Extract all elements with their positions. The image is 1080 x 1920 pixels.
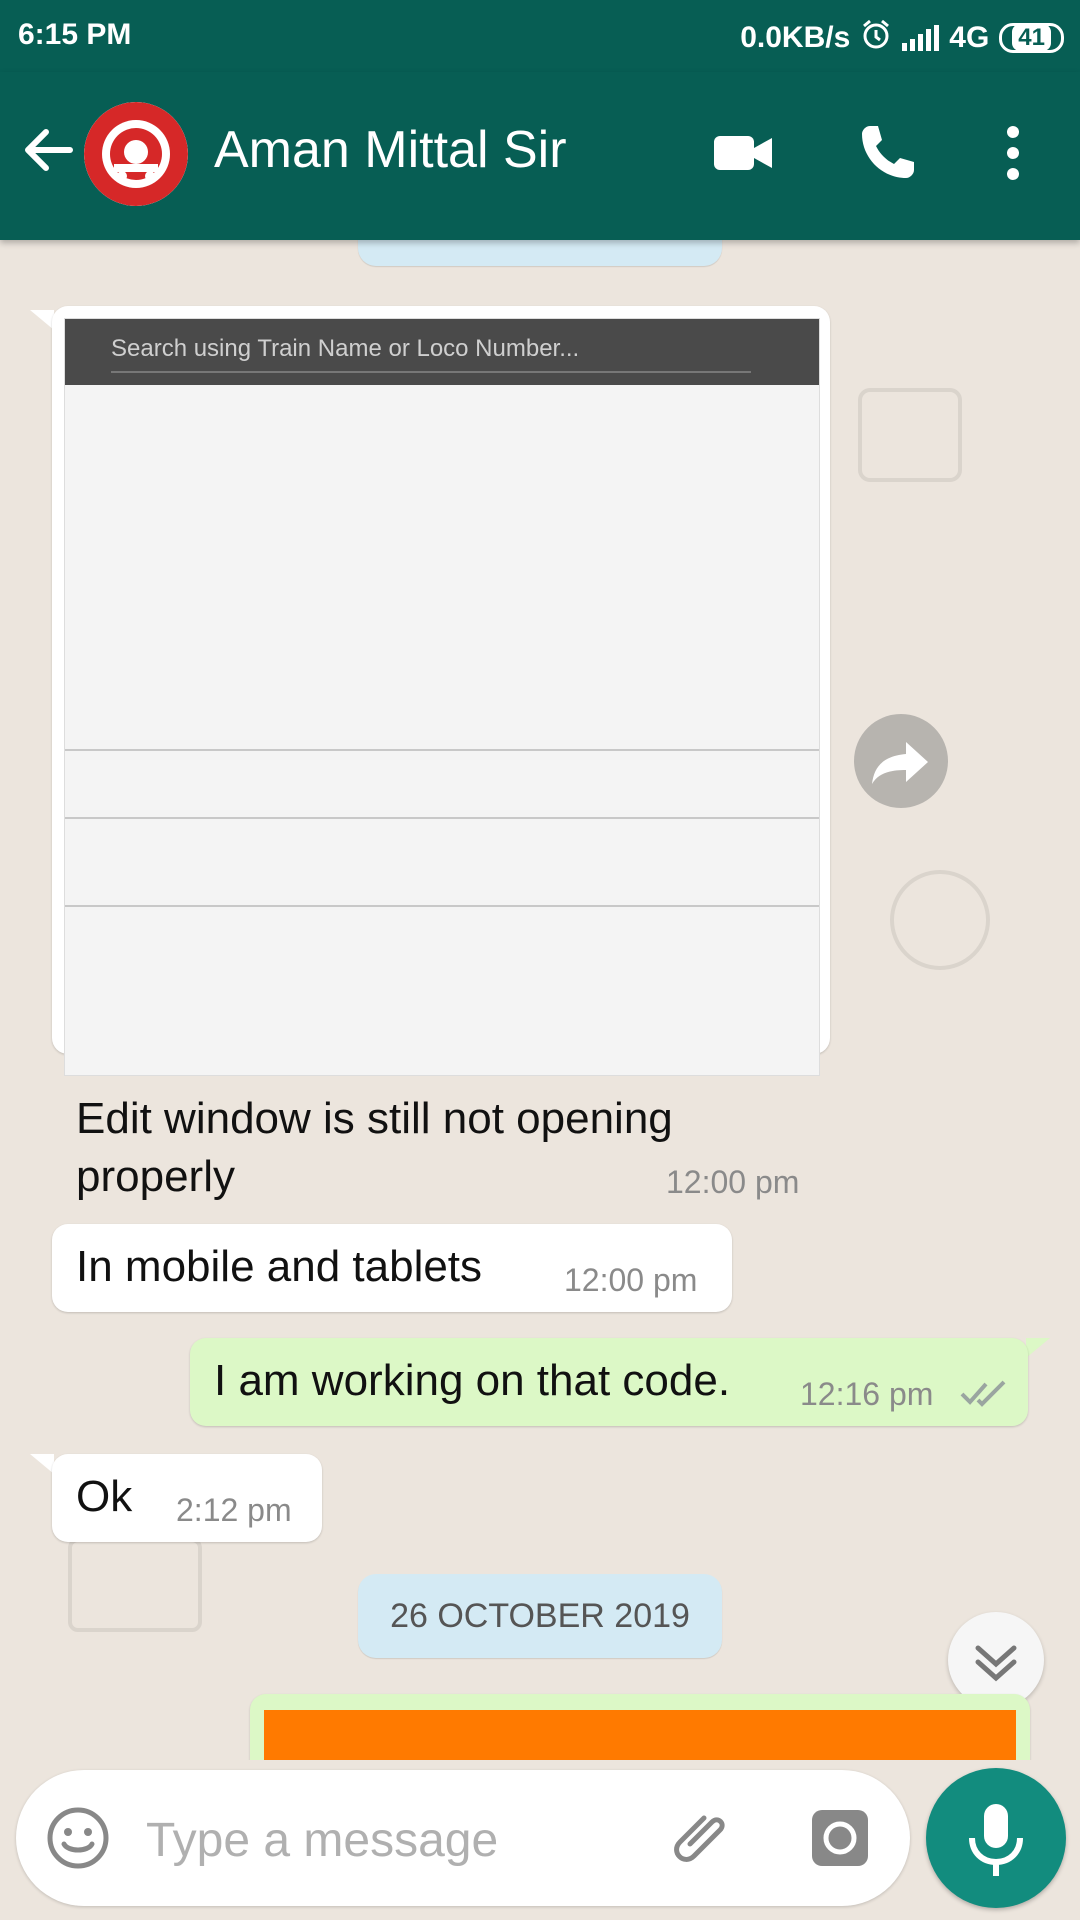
message-text: I am working on that code.	[214, 1356, 731, 1405]
image-caption: Edit window is still not opening properl…	[76, 1090, 673, 1206]
background-doodle-icon	[890, 870, 990, 970]
network-speed: 0.0KB/s	[740, 21, 851, 54]
contact-name[interactable]: Aman Mittal Sir	[214, 120, 567, 180]
battery-level: 41	[1012, 24, 1051, 51]
message-time: 2:12 pm	[176, 1492, 292, 1528]
status-bar: 6:15 PM 0.0KB/s 4G 41	[0, 0, 1080, 72]
image-search-bar: Search using Train Name or Loco Number..…	[65, 319, 819, 385]
message-bubble[interactable]: In mobile and tablets 12:00 pm	[52, 1224, 732, 1312]
emoji-icon[interactable]	[44, 1804, 112, 1877]
bubble-tail	[30, 1454, 54, 1474]
image-divider	[65, 817, 819, 819]
forward-icon	[872, 742, 928, 784]
message-composer	[16, 1770, 910, 1906]
read-receipt-icon	[960, 1380, 1006, 1407]
image-message-bubble[interactable]: Search using Train Name or Loco Number..…	[52, 306, 830, 1201]
date-chip-top	[358, 240, 722, 266]
mic-button[interactable]	[926, 1768, 1066, 1908]
voice-call-icon[interactable]	[852, 118, 922, 188]
message-time: 12:00 pm	[666, 1164, 800, 1200]
mic-icon	[969, 1804, 1023, 1876]
chat-header: Aman Mittal Sir	[0, 72, 1080, 240]
image-search-placeholder: Search using Train Name or Loco Number..…	[111, 335, 751, 373]
message-time: 12:00 pm	[564, 1262, 698, 1298]
message-time: 12:16 pm	[800, 1376, 934, 1412]
more-options-icon[interactable]	[978, 118, 1048, 188]
network-type: 4G	[949, 21, 990, 54]
bubble-tail	[1026, 1338, 1050, 1358]
battery-icon: 41	[999, 23, 1064, 53]
message-input[interactable]	[144, 1804, 648, 1876]
signal-icon	[902, 25, 940, 51]
indian-railways-logo-icon	[84, 102, 188, 206]
camera-icon[interactable]	[808, 1806, 872, 1875]
bubble-tail	[30, 310, 54, 330]
status-time: 6:15 PM	[18, 18, 132, 51]
outgoing-message-bubble[interactable]: I am working on that code. 12:16 pm	[190, 1338, 1028, 1426]
avatar[interactable]	[84, 102, 188, 206]
message-text: In mobile and tablets	[76, 1242, 483, 1291]
message-bubble[interactable]: Ok 2:12 pm	[52, 1454, 322, 1542]
message-text: Ok	[76, 1472, 133, 1521]
image-caption-line: Edit window is still not opening	[76, 1094, 673, 1143]
video-call-icon[interactable]	[708, 118, 778, 188]
attach-icon[interactable]	[670, 1804, 740, 1879]
back-arrow-icon[interactable]	[20, 122, 76, 178]
background-doodle-icon	[858, 388, 962, 482]
image-caption-line: properly	[76, 1152, 235, 1201]
forward-button[interactable]	[854, 714, 948, 808]
image-divider	[65, 905, 819, 907]
background-doodle-icon	[68, 1538, 202, 1632]
chat-area[interactable]: Search using Train Name or Loco Number..…	[0, 240, 1080, 1760]
alarm-icon	[860, 18, 892, 58]
message-image[interactable]: Search using Train Name or Loco Number..…	[64, 318, 820, 1076]
message-image[interactable]	[264, 1710, 1016, 1760]
date-separator: 26 OCTOBER 2019	[358, 1574, 722, 1658]
image-divider	[65, 749, 819, 751]
